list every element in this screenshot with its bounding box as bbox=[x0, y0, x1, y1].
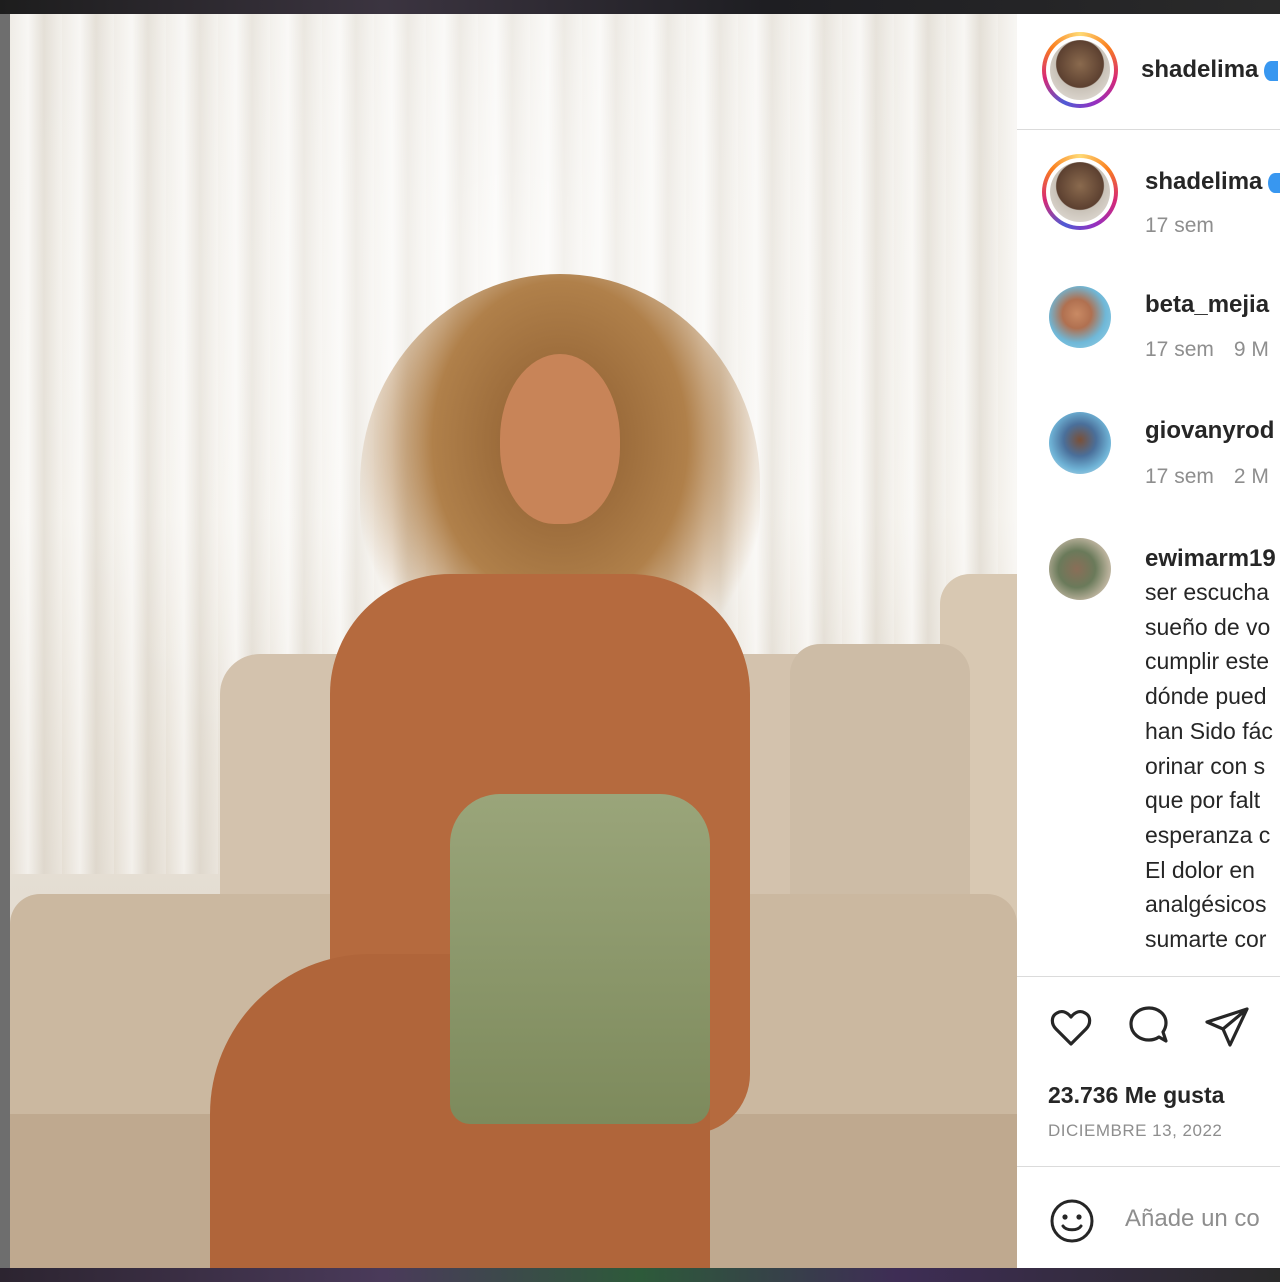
author-avatar[interactable] bbox=[1042, 32, 1118, 108]
heart-icon[interactable] bbox=[1047, 1003, 1095, 1051]
backdrop-top bbox=[0, 0, 1280, 14]
post-header: shadelima bbox=[1017, 14, 1280, 130]
post-sidebar: shadelima shadelima 17 sem beta_mejia 17… bbox=[1017, 14, 1280, 1268]
author-username[interactable]: shadelima bbox=[1141, 56, 1279, 84]
comment-time: 17 sem bbox=[1145, 338, 1214, 361]
caption-avatar[interactable] bbox=[1042, 154, 1118, 230]
verified-badge-icon bbox=[1268, 172, 1280, 193]
comment-meta: 17 sem 2 M bbox=[1145, 465, 1269, 489]
comments-list[interactable]: shadelima 17 sem beta_mejia 17 sem 9 M gi… bbox=[1017, 130, 1280, 976]
comment-body: ser escucha sueño de vo cumplir este dón… bbox=[1145, 579, 1273, 953]
photo-person-face bbox=[500, 354, 620, 524]
comment-likes[interactable]: 2 M bbox=[1234, 465, 1269, 488]
paper-plane-icon[interactable] bbox=[1203, 1003, 1251, 1051]
comment-avatar[interactable] bbox=[1049, 412, 1111, 474]
backdrop-bottom bbox=[0, 1268, 1280, 1282]
avatar-image bbox=[1050, 162, 1110, 222]
caption-time: 17 sem bbox=[1145, 214, 1214, 237]
caption-username[interactable]: shadelima bbox=[1145, 168, 1280, 196]
post-date: DICIEMBRE 13, 2022 bbox=[1048, 1121, 1223, 1140]
comment-username[interactable]: beta_mejia bbox=[1145, 291, 1269, 319]
post-modal: shadelima shadelima 17 sem beta_mejia 17… bbox=[0, 0, 1280, 1282]
backdrop-left bbox=[0, 14, 10, 1268]
comment-likes[interactable]: 9 M bbox=[1234, 338, 1269, 361]
comment-username[interactable]: giovanyrod bbox=[1145, 417, 1274, 445]
likes-count[interactable]: 23.736 Me gusta bbox=[1048, 1082, 1224, 1109]
comment-time: 17 sem bbox=[1145, 465, 1214, 488]
post-photo[interactable] bbox=[10, 14, 1017, 1268]
comment-input[interactable] bbox=[1125, 1201, 1280, 1237]
add-comment-bar bbox=[1017, 1166, 1280, 1268]
verified-badge-icon bbox=[1264, 60, 1279, 81]
smiley-icon[interactable] bbox=[1048, 1197, 1096, 1245]
comment-avatar[interactable] bbox=[1049, 286, 1111, 348]
avatar-image bbox=[1050, 40, 1110, 100]
speech-bubble-icon[interactable] bbox=[1125, 1003, 1173, 1051]
comment-meta: 17 sem 9 M bbox=[1145, 338, 1269, 362]
photo-person-bodysuit bbox=[450, 794, 710, 1124]
comment-avatar[interactable] bbox=[1049, 538, 1111, 600]
comment-username[interactable]: ewimarm19 bbox=[1145, 545, 1276, 573]
